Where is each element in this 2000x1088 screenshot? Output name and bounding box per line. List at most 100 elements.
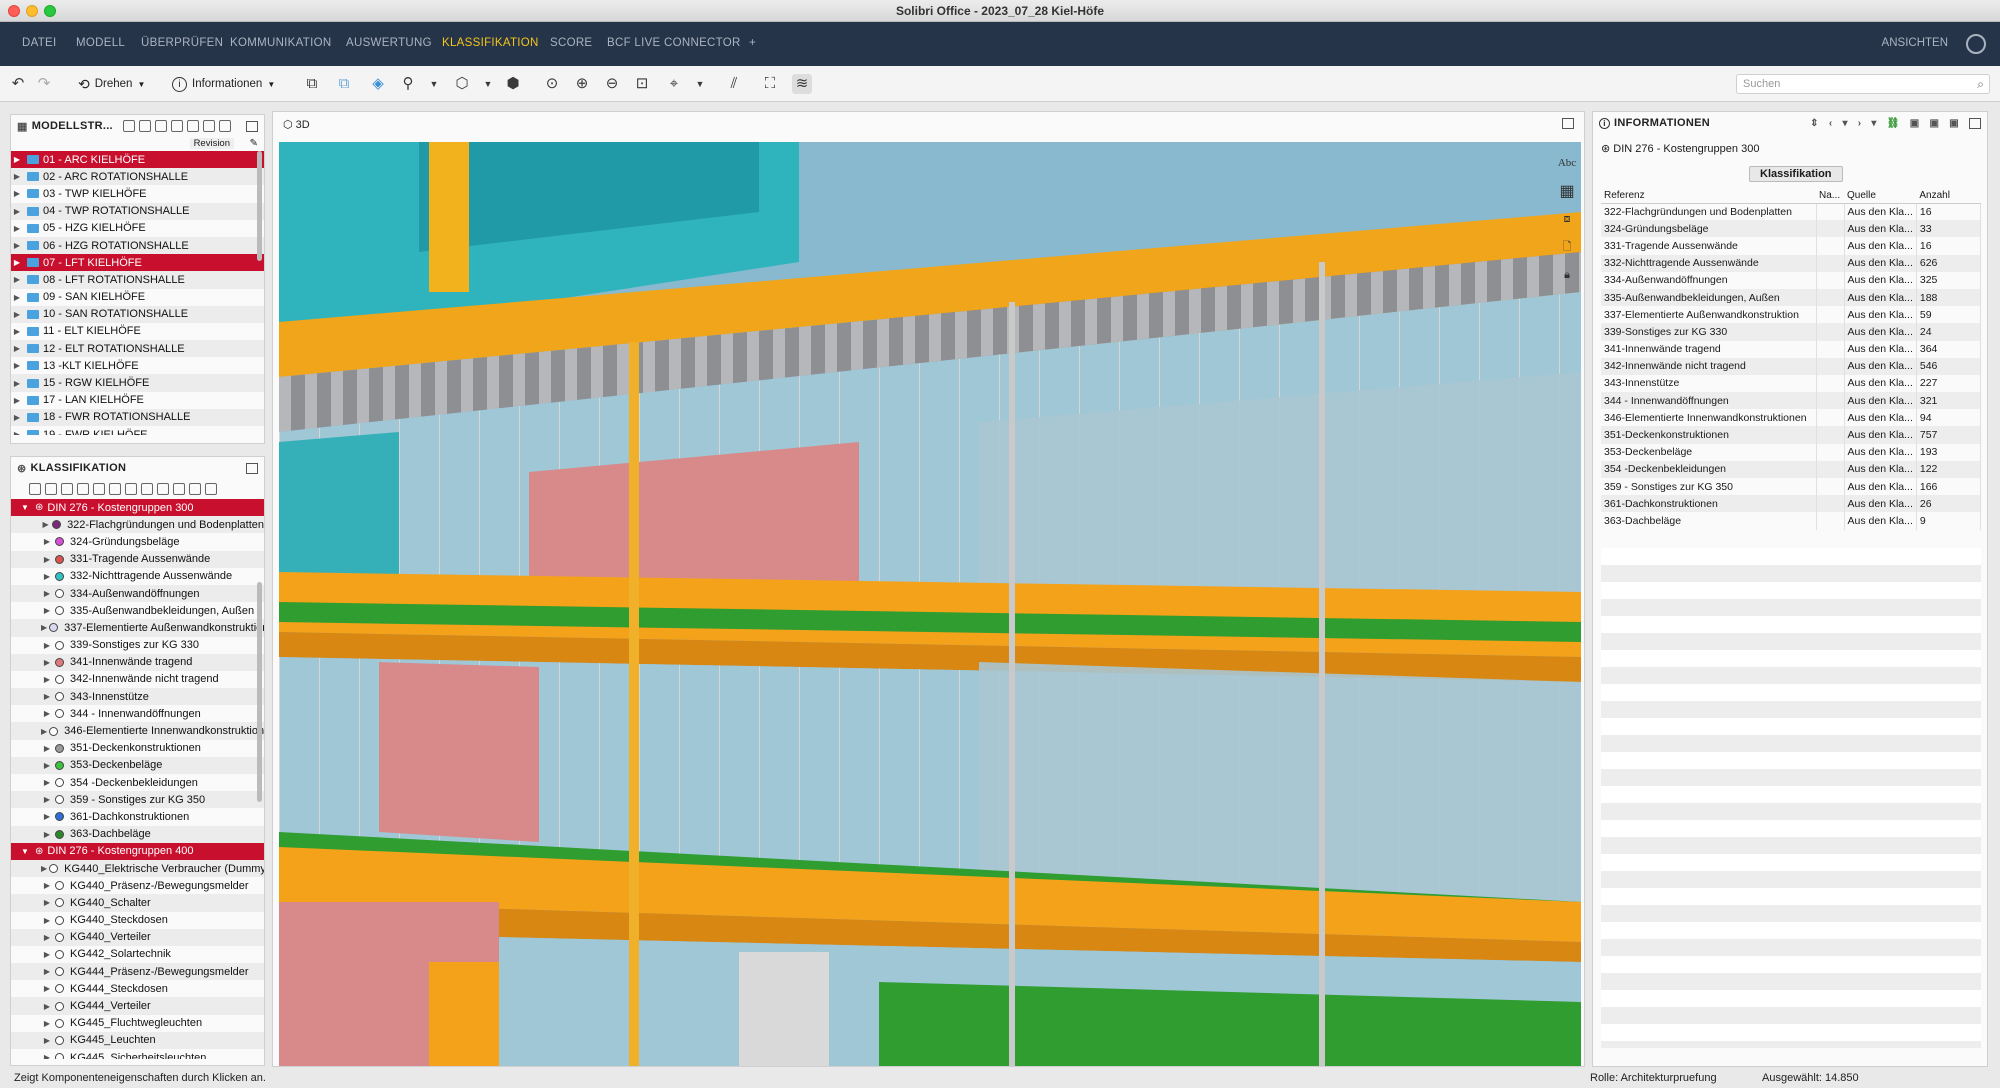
lock-icon[interactable]: 🔒︎ [1564, 269, 1570, 282]
expand-arrow-icon[interactable]: ▶ [41, 606, 53, 615]
model-tree-item[interactable]: ▶ 13 -KLT KIELHÖFE [11, 357, 264, 374]
expand-arrow-icon[interactable]: ▶ [11, 430, 23, 435]
unlock-icon[interactable]: ▣ [1930, 118, 1940, 129]
expand-arrow-icon[interactable]: ▶ [41, 692, 53, 701]
expand-arrow-icon[interactable]: ▶ [41, 675, 53, 684]
classification-color-swatch[interactable] [55, 692, 64, 702]
layers-icon[interactable]: ≋ [792, 74, 812, 94]
model-tree-item[interactable]: ▶ 15 - RGW KIELHÖFE [11, 374, 264, 392]
expand-arrow-icon[interactable]: ▶ [11, 344, 23, 353]
menu-modell[interactable]: MODELL [76, 37, 125, 49]
classification-item[interactable]: ▶ KG440_Präsenz-/Bewegungsmelder [11, 877, 264, 894]
classification-item[interactable]: ▶ 353-Deckenbeläge [11, 756, 264, 774]
classification-item[interactable]: ▶ 337-Elementierte Außenwandkonstruktion [11, 619, 264, 637]
revision-column[interactable]: Revision [189, 138, 234, 149]
classification-item[interactable]: ▶ 359 - Sonstiges zur KG 350 [11, 791, 264, 809]
tree-lock-icon[interactable]: ▣ [1949, 118, 1959, 129]
compare-icon[interactable]: ⧈ [1564, 213, 1571, 226]
classification-item[interactable]: ▶ 334-Außenwandöffnungen [11, 584, 264, 603]
classification-color-swatch[interactable] [49, 864, 59, 874]
classification-item[interactable]: ▶ 343-Innenstütze [11, 688, 264, 706]
classification-item[interactable]: ▶ KG440_Verteiler [11, 928, 264, 946]
zoom-out-icon[interactable]: ⊖ [602, 74, 622, 94]
model-tree-item[interactable]: ▶ 17 - LAN KIELHÖFE [11, 392, 264, 409]
menu-klassifikation[interactable]: KLASSIFIKATION [442, 37, 539, 49]
expand-arrow-icon[interactable]: ▶ [41, 572, 53, 581]
expand-arrow-icon[interactable]: ▶ [41, 967, 53, 976]
table-row[interactable]: 353-Deckenbeläge Aus den Kla... 193 [1601, 443, 1982, 461]
model-tree-item[interactable]: ▶ 09 - SAN KIELHÖFE [11, 289, 264, 306]
measure-icon[interactable]: ⌖ [664, 74, 684, 94]
table-row[interactable]: 342-Innenwände nicht tragend Aus den Kla.… [1601, 357, 1982, 375]
palette-icon[interactable] [125, 483, 137, 495]
walk-icon[interactable]: ⚲ [398, 74, 418, 94]
3d-viewport[interactable] [279, 142, 1581, 1066]
text-annotation-tool[interactable]: Abc [1558, 157, 1576, 169]
expand-arrow-icon[interactable]: ▶ [11, 258, 23, 267]
classification-color-swatch[interactable] [55, 898, 64, 908]
unlock-icon[interactable] [189, 483, 201, 495]
menu-ansichten[interactable]: ANSICHTEN [1882, 37, 1948, 49]
expand-arrow-icon[interactable]: ▶ [41, 641, 53, 650]
classification-item[interactable]: ▶ KG444_Präsenz-/Bewegungsmelder [11, 963, 264, 981]
column-anzahl[interactable]: Anzahl [1916, 188, 1981, 204]
classification-item[interactable]: ▶ KG445_Leuchten [11, 1031, 264, 1049]
classification-item[interactable]: ▶ KG445_Fluchtwegleuchten [11, 1015, 264, 1032]
expand-arrow-icon[interactable]: ▶ [11, 379, 23, 388]
table-row[interactable]: 359 - Sonstiges zur KG 350 Aus den Kla...… [1601, 478, 1982, 496]
expand-arrow-icon[interactable]: ▶ [11, 413, 23, 422]
classification-item[interactable]: ▶ 339-Sonstiges zur KG 330 [11, 637, 264, 654]
expand-arrow-icon[interactable]: ▶ [41, 830, 53, 839]
model-tree-item[interactable]: ▶ 11 - ELT KIELHÖFE [11, 323, 264, 340]
expand-arrow-icon[interactable]: ▶ [41, 933, 53, 942]
model-tree-item[interactable]: ▶ 10 - SAN ROTATIONSHALLE [11, 305, 264, 323]
expand-arrow-icon[interactable]: ▶ [11, 361, 23, 370]
classification-color-swatch[interactable] [55, 778, 64, 788]
column-name[interactable]: Na... [1816, 188, 1844, 204]
classification-item[interactable]: ▶ KG442_Solartechnik [11, 946, 264, 963]
new-document-icon[interactable] [61, 483, 73, 495]
expand-arrow-icon[interactable]: ▶ [41, 1053, 53, 1059]
classification-color-swatch[interactable] [55, 674, 64, 684]
expand-arrow-icon[interactable]: ▶ [41, 1002, 53, 1011]
classification-item[interactable]: ▶ 324-Gründungsbeläge [11, 533, 264, 550]
classification-color-swatch[interactable] [55, 657, 64, 667]
expand-arrow-icon[interactable]: ▶ [41, 589, 53, 598]
table-row[interactable]: 344 - Innenwandöffnungen Aus den Kla... 32… [1601, 392, 1982, 410]
rotate-mode-button[interactable]: ⟲ Drehen ▼ [78, 74, 145, 94]
classification-color-swatch[interactable] [55, 949, 64, 959]
information-mode-button[interactable]: i Informationen ▼ [172, 74, 275, 94]
classification-color-swatch[interactable] [55, 571, 64, 581]
expand-arrow-icon[interactable]: ▶ [11, 293, 23, 302]
group-icon[interactable] [154, 120, 167, 132]
menu-datei[interactable]: DATEI [22, 37, 57, 49]
classification-color-swatch[interactable] [55, 795, 64, 805]
classification-item[interactable]: ▶ 322-Flachgründungen und Bodenplatten [11, 516, 264, 534]
collapse-arrow-icon[interactable]: ▼ [19, 847, 31, 856]
table-row[interactable]: 337-Elementierte Außenwandkonstruktion Au… [1601, 306, 1982, 324]
table-row[interactable]: 351-Deckenkonstruktionen Aus den Kla... 75… [1601, 426, 1982, 444]
classification-item[interactable]: ▶ 344 - Innenwandöffnungen [11, 705, 264, 722]
slice-icon[interactable]: ⫽ [724, 74, 744, 94]
link-icon[interactable]: ⛓ [1887, 118, 1900, 129]
export-icon[interactable] [157, 483, 169, 495]
expand-arrow-icon[interactable]: ▶ [41, 709, 53, 718]
collapse-arrow-icon[interactable]: ▼ [19, 503, 31, 512]
classification-color-swatch[interactable] [55, 589, 64, 599]
model-tree-item[interactable]: ▶ 08 - LFT ROTATIONSHALLE [11, 271, 264, 289]
classification-color-swatch[interactable] [55, 760, 64, 770]
chevron-down-icon[interactable]: ▾ [1842, 118, 1847, 129]
classification-color-swatch[interactable] [55, 829, 64, 839]
table-row[interactable]: 361-Dachkonstruktionen Aus den Kla... 26 [1601, 495, 1982, 513]
map-icon[interactable]: ⛶ [760, 74, 780, 94]
view-cube-icon[interactable]: ⬡ [452, 74, 472, 94]
undo-icon[interactable]: ↶ [8, 74, 28, 94]
model-tree-item[interactable]: ▶ 12 - ELT ROTATIONSHALLE [11, 340, 264, 358]
lock-icon[interactable] [173, 483, 185, 495]
classification-color-swatch[interactable] [55, 932, 64, 942]
tree-view-icon[interactable] [29, 483, 41, 495]
table-row[interactable]: 354 -Deckenbekleidungen Aus den Kla... 122 [1601, 460, 1982, 478]
chevron-down-icon[interactable]: ▼ [424, 74, 444, 94]
menu-bcf-live-connector[interactable]: BCF LIVE CONNECTOR [607, 37, 741, 49]
expand-arrow-icon[interactable]: ▶ [11, 241, 23, 250]
